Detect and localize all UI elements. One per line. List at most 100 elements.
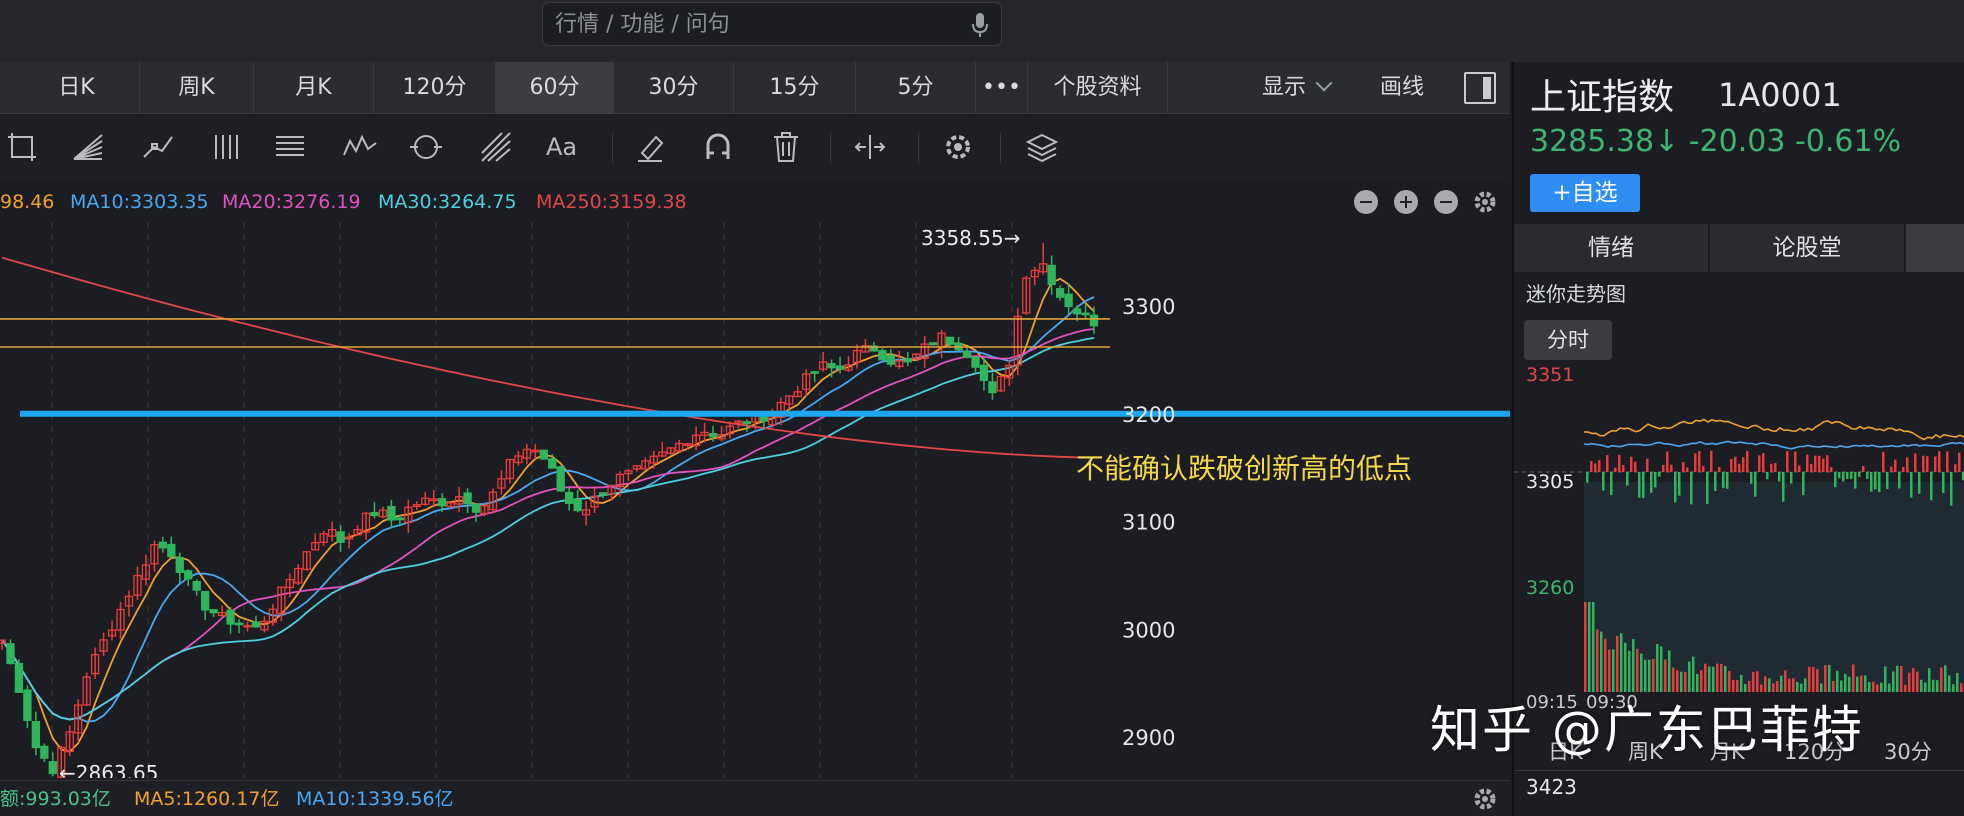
mini-volume-bar	[1668, 650, 1671, 692]
draw-line-button[interactable]: 画线	[1380, 62, 1424, 114]
mini-bar-down	[1842, 472, 1845, 482]
candle-down	[175, 557, 184, 573]
candle-down	[226, 609, 235, 625]
chart-settings-icon[interactable]	[1472, 189, 1498, 215]
more-periods-button[interactable]: •••	[976, 62, 1028, 114]
tab-15min[interactable]: 15分	[734, 62, 856, 114]
collapse-icon[interactable]	[1434, 190, 1458, 214]
candlesticks	[0, 242, 1099, 778]
zoom-out-icon[interactable]	[1354, 190, 1378, 214]
tab-day-k[interactable]: 日K	[14, 62, 140, 114]
trend-line-icon[interactable]	[140, 129, 176, 165]
mini-volume-bar	[1656, 643, 1659, 692]
text-tool-icon[interactable]: Aa	[546, 129, 590, 165]
mini-bar-up	[1794, 451, 1797, 472]
mini-bar-down	[1790, 472, 1793, 484]
tab-sentiment[interactable]: 情绪	[1514, 224, 1710, 272]
mini-volume-bar	[1612, 649, 1615, 692]
zoom-in-icon[interactable]	[1394, 190, 1418, 214]
mini-bar-down	[1838, 472, 1841, 479]
ma10-line	[1, 296, 1095, 723]
mini-bar-down	[1714, 472, 1717, 491]
mini-bar-down	[1586, 472, 1589, 483]
moving-average-lines	[1, 256, 1095, 753]
mini-bar-down	[1778, 472, 1781, 482]
mini-volume-bar	[1928, 668, 1931, 692]
mini-bar-up	[1734, 456, 1737, 472]
mini-volume-bar	[1892, 671, 1895, 692]
mini-volume-bar	[1640, 653, 1643, 692]
tab-week-k[interactable]: 周K	[140, 62, 254, 114]
intraday-button[interactable]: 分时	[1524, 320, 1612, 360]
mini-bar-down	[1850, 472, 1853, 480]
tab-60min[interactable]: 60分	[496, 62, 614, 114]
mini-bar-down	[1722, 472, 1725, 489]
mini-bar-down	[1834, 472, 1837, 488]
ma20-line	[1, 328, 1095, 721]
display-dropdown[interactable]: 显示	[1262, 62, 1333, 114]
mini-bar-down	[1918, 472, 1921, 494]
mini-bar-up	[1590, 461, 1593, 472]
layers-icon[interactable]	[1024, 129, 1060, 165]
gann-icon[interactable]	[478, 129, 514, 165]
mini-label-mid: 3305	[1526, 471, 1574, 493]
mini-volume-bar	[1588, 602, 1591, 692]
mini-average-line	[1583, 440, 1964, 450]
volume-settings-icon[interactable]	[1472, 786, 1498, 812]
y-tick-label: 3300	[1122, 295, 1175, 319]
trash-icon[interactable]	[768, 129, 804, 165]
vertical-lines-icon[interactable]	[210, 129, 246, 165]
mini-bar-down	[1898, 472, 1901, 489]
volume-ma10: MA10:1339.56亿	[296, 788, 454, 810]
gear-icon[interactable]	[940, 129, 976, 165]
tab-30min[interactable]: 30分	[614, 62, 734, 114]
tab-120min[interactable]: 120分	[374, 62, 496, 114]
mini-volume-bar	[1712, 666, 1715, 692]
tab-forum[interactable]: 论股堂	[1710, 224, 1906, 272]
candle-down	[539, 449, 548, 460]
wave-pattern-icon[interactable]	[342, 129, 378, 165]
fan-lines-icon[interactable]	[70, 129, 106, 165]
mini-bar-down	[1766, 472, 1769, 480]
panel-toggle-icon[interactable]	[1464, 72, 1496, 104]
mini-volume-bar	[1908, 672, 1911, 692]
cycle-icon[interactable]	[408, 129, 444, 165]
search-box[interactable]	[542, 2, 1002, 46]
y-tick-label: 3200	[1122, 403, 1175, 427]
mini-bar-up	[1830, 467, 1833, 472]
mini-bar-up	[1810, 463, 1813, 472]
tab-stock-profile[interactable]: 个股资料	[1028, 62, 1168, 114]
candle-down	[31, 721, 41, 749]
mini-volume-bar	[1704, 663, 1707, 692]
y-tick-label: 3000	[1122, 618, 1175, 642]
tab-5min[interactable]: 5分	[856, 62, 976, 114]
mini-bar-down	[1942, 472, 1945, 494]
candle-down	[962, 351, 972, 358]
mini-volume-bar	[1836, 670, 1839, 692]
mini-volume-bar	[1604, 638, 1607, 692]
mini-volume-bar	[1628, 650, 1631, 692]
magnet-icon[interactable]	[700, 129, 736, 165]
search-input[interactable]	[555, 9, 955, 39]
mini-bar-up	[1806, 454, 1809, 472]
y-axis: 3300 3200 3100 3000 2900	[1122, 295, 1175, 750]
microphone-icon[interactable]	[971, 12, 989, 38]
mini-bar-up	[1914, 453, 1917, 472]
mini-volume-bar	[1884, 666, 1887, 692]
tab-more[interactable]	[1906, 224, 1964, 272]
eraser-icon[interactable]	[632, 129, 668, 165]
mini-volume-bar	[1956, 673, 1959, 692]
mini-bar-up	[1890, 466, 1893, 472]
mini-volume-bar	[1900, 665, 1903, 692]
split-arrows-icon[interactable]	[852, 129, 888, 165]
tab-month-k[interactable]: 月K	[254, 62, 374, 114]
mini-bar-down	[1878, 472, 1881, 493]
candle-down	[1081, 312, 1090, 316]
mini-tab-30min[interactable]: 30分	[1884, 736, 1932, 766]
candlestick-chart[interactable]: 3300 3200 3100 3000 2900 3358.55→ ←2863.65 不…	[0, 222, 1510, 778]
fibonacci-icon[interactable]	[272, 129, 308, 165]
volume-amount: 额:993.03亿	[0, 788, 111, 810]
crop-icon[interactable]	[4, 129, 40, 165]
mini-bar-up	[1702, 465, 1705, 472]
add-watchlist-button[interactable]: +自选	[1530, 174, 1640, 212]
